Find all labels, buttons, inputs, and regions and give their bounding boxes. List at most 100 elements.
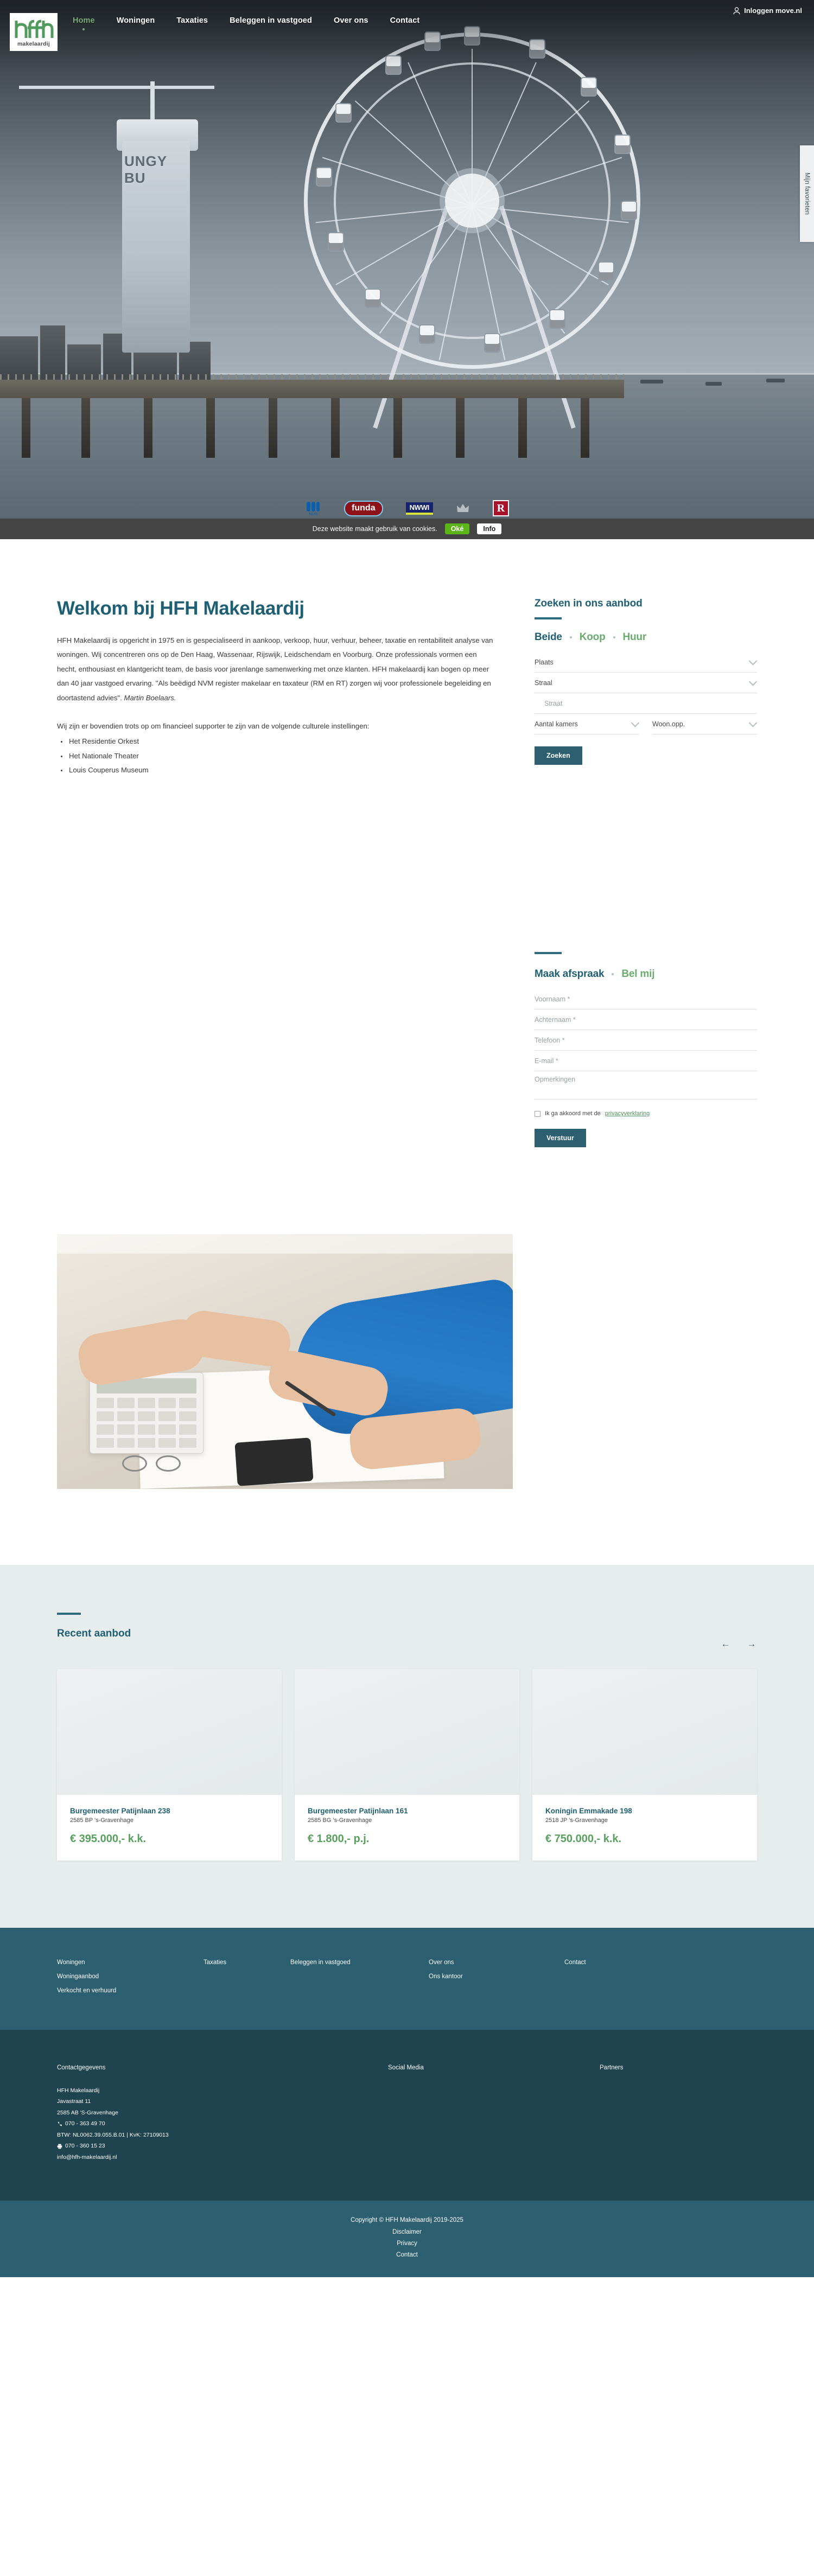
listing-zip: 2585 BG 's-Gravenhage xyxy=(308,1817,372,1824)
nav-item-woningen[interactable]: Woningen xyxy=(117,16,155,30)
nav-item-over-ons[interactable]: Over ons xyxy=(334,16,368,30)
listing-price: € 1.800,- p.j. xyxy=(308,1833,370,1845)
content-container: Welkom bij HFH Makelaardij HFH Makelaard… xyxy=(57,598,758,1147)
achternaam-field[interactable] xyxy=(535,1009,757,1030)
search-submit-button[interactable]: Zoeken xyxy=(535,746,582,765)
appointment-underline xyxy=(535,952,562,954)
opmerkingen-field[interactable] xyxy=(535,1071,757,1100)
tab-separator-dot xyxy=(612,973,614,975)
telefoon-input[interactable] xyxy=(535,1036,757,1044)
footer-link-beleggen-in-vastgoed[interactable]: Beleggen in vastgoed xyxy=(290,1959,429,1966)
footer-column-contact: Contact xyxy=(564,1959,700,2002)
tower-signage: UNGY BU xyxy=(124,153,167,186)
footer-link-ons-kantoor[interactable]: Ons kantoor xyxy=(429,1973,564,1980)
partner-logo-nvm[interactable]: NVM xyxy=(305,500,321,516)
ferris-wheel xyxy=(282,16,662,429)
login-link[interactable]: Inloggen move.nl xyxy=(733,7,802,15)
listing-zip: 2518 JP 's-Gravenhage xyxy=(545,1817,608,1824)
partner-logo-funda[interactable]: funda xyxy=(344,500,383,516)
footer-link-woningaanbod[interactable]: Woningaanbod xyxy=(57,1973,204,1980)
opmerkingen-input[interactable] xyxy=(535,1076,757,1083)
search-widget: Zoeken in ons aanbod Beide Koop Huur Pla… xyxy=(535,598,758,765)
r-wordmark: R xyxy=(492,500,509,516)
nav-item-beleggen-in-vastgoed[interactable]: Beleggen in vastgoed xyxy=(230,16,312,30)
copyright-text: Copyright © HFH Makelaardij 2019-2025 xyxy=(351,2217,463,2224)
tab-maak-afspraak[interactable]: Maak afspraak xyxy=(535,968,605,980)
voornaam-field[interactable] xyxy=(535,989,757,1009)
plaats-input[interactable] xyxy=(535,658,757,666)
recent-listings-inner: Recent aanbod ← → Burgemeester Patijnlaa… xyxy=(57,1613,757,1861)
page-root: UNGY BU makelaardij Home Woningen Taxati… xyxy=(0,0,814,2278)
plaats-field[interactable] xyxy=(535,652,758,673)
disclaimer-link[interactable]: Disclaimer xyxy=(392,2229,422,2235)
carousel-prev-icon[interactable]: ← xyxy=(720,1639,731,1650)
footer-link-taxaties[interactable]: Taxaties xyxy=(204,1959,290,1966)
appointment-widget: Maak afspraak Bel mij Voornaam * Achtern… xyxy=(535,952,757,1147)
listing-card-body: Burgemeester Patijnlaan 238 2585 BP 's-G… xyxy=(57,1795,282,1861)
phone-row: 070 - 363 49 70 xyxy=(57,2118,388,2129)
partner-logos: NVM funda NWWI R xyxy=(0,498,814,519)
tab-huur[interactable]: Huur xyxy=(623,631,647,643)
listing-card[interactable]: Burgemeester Patijnlaan 161 2585 BG 's-G… xyxy=(295,1669,519,1861)
listing-price: € 395.000,- k.k. xyxy=(70,1833,147,1845)
voornaam-input[interactable] xyxy=(535,995,757,1003)
privacy-checkbox[interactable] xyxy=(535,1110,540,1117)
footer-link-over-ons[interactable]: Over ons xyxy=(429,1959,564,1966)
privacy-consent-row: Ik ga akkoord met de privacyverklaring xyxy=(535,1110,757,1117)
page-title: Welkom bij HFH Makelaardij xyxy=(57,598,304,619)
partner-logo-r[interactable]: R xyxy=(492,500,509,516)
appointment-submit-button[interactable]: Verstuur xyxy=(535,1129,586,1147)
straat-field[interactable] xyxy=(535,693,757,714)
tab-koop[interactable]: Koop xyxy=(580,631,606,643)
straal-field[interactable] xyxy=(535,673,758,693)
telefoon-field[interactable] xyxy=(535,1030,757,1051)
straat-input[interactable] xyxy=(544,699,757,707)
sidebar-widgets: Zoeken in ons aanbod Beide Koop Huur Pla… xyxy=(535,598,758,1147)
privacy-policy-link[interactable]: privacyverklaring xyxy=(605,1110,650,1117)
listing-price: € 750.000,- k.k. xyxy=(545,1833,622,1845)
privacy-link[interactable]: Privacy xyxy=(397,2240,417,2247)
footer-link-woningen[interactable]: Woningen xyxy=(57,1959,204,1966)
intro-text: HFH Makelaardij is opgericht in 1975 en … xyxy=(57,636,493,702)
contact-link[interactable]: Contact xyxy=(396,2252,418,2258)
cookie-accept-button[interactable]: Oké xyxy=(444,523,470,534)
email-address: info@hfh-makelaardij.nl xyxy=(57,2153,117,2160)
footer-link-contact[interactable]: Contact xyxy=(564,1959,700,1966)
tab-bel-mij[interactable]: Bel mij xyxy=(621,968,654,980)
cookie-info-button[interactable]: Info xyxy=(477,523,502,534)
main-content: Welkom bij HFH Makelaardij HFH Makelaard… xyxy=(0,539,814,1489)
nav-item-taxaties[interactable]: Taxaties xyxy=(176,16,208,30)
listing-card[interactable]: Koningin Emmakade 198 2518 JP 's-Gravenh… xyxy=(532,1669,757,1861)
email-input[interactable] xyxy=(535,1057,757,1065)
woonoppervlak-field[interactable] xyxy=(652,714,758,734)
carousel-next-icon[interactable]: → xyxy=(746,1639,757,1650)
favorites-tab[interactable]: Mijn favorieten xyxy=(800,145,814,242)
nav-item-contact[interactable]: Contact xyxy=(390,16,420,30)
cookie-banner: Deze website maakt gebruik van cookies. … xyxy=(0,519,814,539)
appointment-tabs: Maak afspraak Bel mij xyxy=(535,968,757,980)
ship xyxy=(705,382,722,386)
straal-input[interactable] xyxy=(535,679,757,687)
listing-card-body: Koningin Emmakade 198 2518 JP 's-Gravenh… xyxy=(532,1795,757,1861)
intro-paragraph: HFH Makelaardij is opgericht in 1975 en … xyxy=(57,634,497,705)
list-item: Het Residentie Orkest xyxy=(57,734,497,749)
partner-logo-vastgoedcert[interactable] xyxy=(456,500,470,516)
achternaam-input[interactable] xyxy=(535,1015,757,1024)
nav-item-home[interactable]: Home xyxy=(73,16,95,30)
partner-logo-nwwi[interactable]: NWWI xyxy=(405,500,433,516)
aantal-kamers-field[interactable] xyxy=(535,714,640,734)
woonoppervlak-input[interactable] xyxy=(652,720,757,728)
aantal-kamers-input[interactable] xyxy=(535,720,639,728)
listing-photo xyxy=(295,1669,519,1795)
partners-column: Partners xyxy=(600,2064,757,2163)
footer-link-verkocht-en-verhuurd[interactable]: Verkocht en verhuurd xyxy=(57,1987,204,1994)
email-field[interactable] xyxy=(535,1051,757,1071)
tab-beide[interactable]: Beide xyxy=(535,631,562,643)
listing-card[interactable]: Burgemeester Patijnlaan 238 2585 BP 's-G… xyxy=(57,1669,282,1861)
company-name: HFH Makelaardij xyxy=(57,2087,100,2094)
listing-photo xyxy=(57,1669,282,1795)
site-logo[interactable]: makelaardij xyxy=(10,13,58,51)
pier-structure xyxy=(0,374,624,461)
listing-cards: Burgemeester Patijnlaan 238 2585 BP 's-G… xyxy=(57,1669,757,1861)
fax-number: 070 - 360 15 23 xyxy=(65,2143,105,2150)
